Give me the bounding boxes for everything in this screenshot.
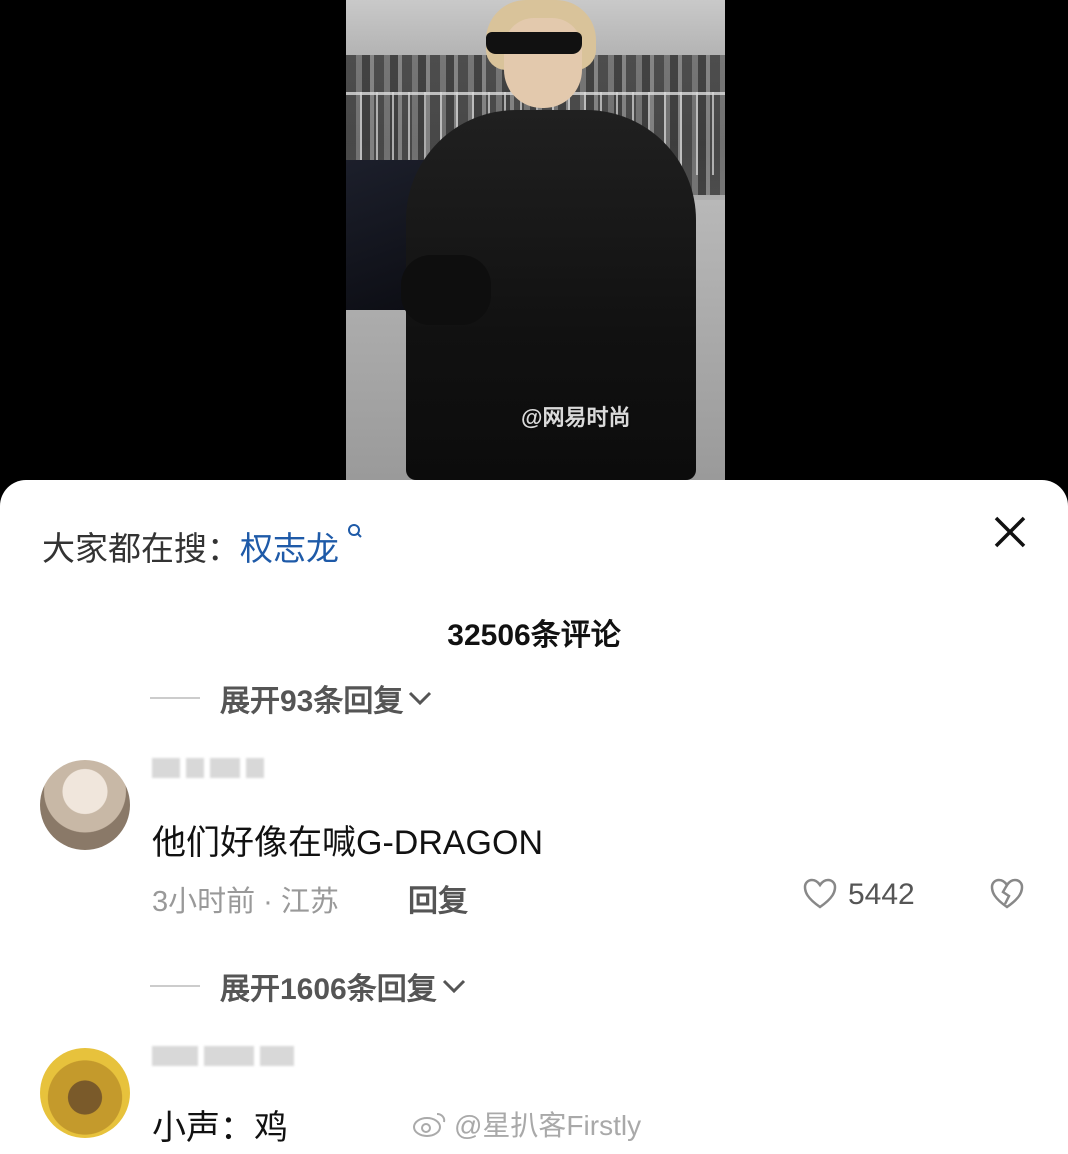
close-icon[interactable] — [990, 512, 1030, 552]
comment-sheet: 大家都在搜：权志龙 32506条评论 展开93条回复 他们好像在喊G-DRAGO… — [0, 480, 1068, 1154]
avatar[interactable] — [40, 760, 130, 850]
heart-icon[interactable] — [803, 878, 837, 910]
divider-line — [150, 697, 200, 699]
hot-search-term[interactable]: 权志龙 — [240, 530, 339, 567]
username-redacted[interactable] — [152, 1046, 300, 1072]
comment-count: 32506条评论 — [447, 619, 621, 652]
video-watermark: @网易时尚 — [521, 405, 631, 430]
broken-heart-icon[interactable] — [990, 878, 1024, 910]
video-frame[interactable]: @网易时尚 — [346, 0, 725, 480]
comment-text: 小声：鸡 — [152, 1109, 288, 1147]
reply-button[interactable]: 回复 — [408, 876, 468, 920]
comment-meta: 3小时前 · 江苏 — [152, 886, 339, 918]
comment-text: 他们好像在喊G-DRAGON — [152, 824, 543, 862]
search-icon[interactable] — [341, 524, 364, 548]
weibo-watermark: @星扒客Firstly — [412, 1104, 641, 1144]
hot-search-prefix: 大家都在搜： — [42, 530, 240, 567]
avatar[interactable] — [40, 1048, 130, 1138]
person-glove — [401, 255, 491, 325]
username-redacted[interactable] — [152, 758, 270, 784]
sunglasses — [486, 32, 582, 54]
video-player[interactable]: @网易时尚 — [0, 0, 1068, 500]
chevron-down-icon — [409, 691, 432, 706]
expand-replies-label: 展开93条回复 — [220, 685, 404, 718]
hot-search-row: 大家都在搜：权志龙 — [42, 522, 364, 570]
weibo-logo-icon — [413, 1113, 446, 1137]
like-count: 5442 — [848, 878, 915, 911]
weibo-watermark-text: @星扒客Firstly — [454, 1110, 642, 1141]
chevron-down-icon — [442, 979, 465, 994]
expand-replies-button-2[interactable]: 展开1606条回复 — [150, 964, 467, 1008]
expand-replies-label: 展开1606条回复 — [220, 973, 437, 1006]
expand-replies-button[interactable]: 展开93条回复 — [150, 676, 433, 720]
divider-line — [150, 985, 200, 987]
